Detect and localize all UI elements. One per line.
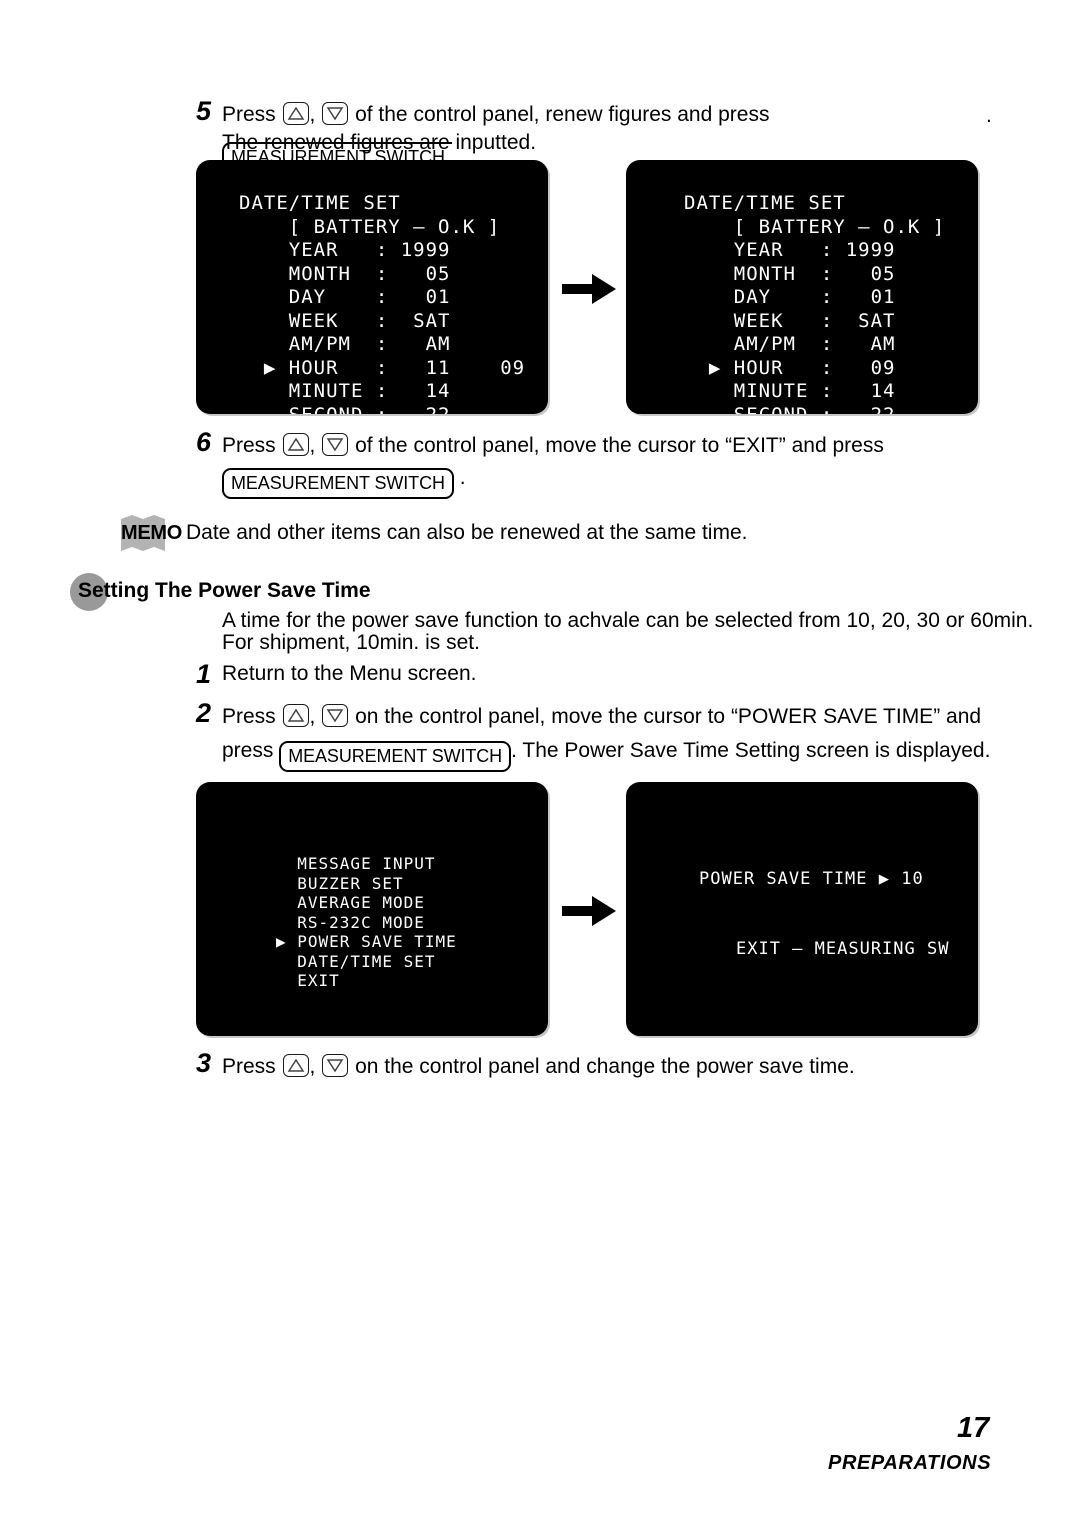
ps3-text-b: on the control panel and change the powe… (355, 1055, 855, 1078)
step-ps-3: 3 Press , on the control panel and chang… (196, 1048, 996, 1085)
triangle-down-key-icon[interactable] (322, 1054, 349, 1077)
footer-section-label: PREPARATIONS (828, 1452, 992, 1474)
ps2-text-d: . The Power Save Time Setting screen is … (511, 739, 991, 762)
step-ps-1: 1 Return to the Menu screen. (196, 659, 896, 689)
lcd-text-line2: EXIT — MEASURING SW (736, 939, 950, 959)
step-text: Press , of the control panel, move the c… (222, 427, 884, 464)
step-ps-2-line2: press MEASUREMENT SWITCH. The Power Save… (222, 735, 990, 772)
step6-text-b: of the control panel, move the cursor to… (355, 434, 884, 457)
triangle-down-key-icon[interactable] (322, 433, 349, 456)
step5-line2: The renewed figures are inputted. (222, 131, 537, 154)
step5-trailing-period: . (986, 104, 992, 127)
triangle-up-key-icon[interactable] (282, 704, 309, 727)
section-heading: Setting The Power Save Time (78, 579, 371, 602)
lcd-screen-power-save: POWER SAVE TIME ▶ 10 EXIT — MEASURING SW (626, 782, 978, 1036)
memo-label: MEMO (121, 522, 183, 544)
comma-1: , (309, 103, 316, 126)
page-number: 17 (957, 1412, 990, 1444)
comma-2: , (309, 434, 316, 457)
ps2-text-a: Press (222, 705, 276, 728)
right-arrow-icon (562, 272, 618, 311)
step6-text-a: Press (222, 434, 276, 457)
lcd-screen-datetime-after: DATE/TIME SET [ BATTERY — O.K ] YEAR : 1… (626, 160, 978, 414)
step-text: Return to the Menu screen. (222, 662, 477, 685)
lcd-text: DATE/TIME SET [ BATTERY — O.K ] YEAR : 1… (239, 192, 526, 414)
lcd-text-line1: POWER SAVE TIME ▶ 10 (699, 869, 924, 889)
lcd-screen-datetime-before: DATE/TIME SET [ BATTERY — O.K ] YEAR : 1… (196, 160, 548, 414)
step-number: 6 (196, 427, 212, 457)
step6-line2: MEASUREMENT SWITCH . (222, 462, 466, 499)
step-6: 6 Press , of the control panel, move the… (196, 427, 996, 464)
step-number: 2 (196, 698, 212, 728)
memo-text: Date and other items can also be renewed… (186, 521, 748, 544)
measurement-switch-button[interactable]: MEASUREMENT SWITCH (222, 468, 454, 499)
lcd-screen-menu: MESSAGE INPUT BUZZER SET AVERAGE MODE RS… (196, 782, 548, 1036)
comma-3: , (309, 705, 316, 728)
right-arrow-icon (562, 894, 618, 933)
ps3-text-a: Press (222, 1055, 276, 1078)
triangle-down-key-icon[interactable] (322, 102, 349, 125)
comma-4: , (309, 1055, 316, 1078)
lcd-text: DATE/TIME SET [ BATTERY — O.K ] YEAR : 1… (684, 192, 946, 414)
triangle-up-key-icon[interactable] (282, 433, 309, 456)
step-text: Press , on the control panel and change … (222, 1048, 855, 1085)
triangle-down-key-icon[interactable] (322, 704, 349, 727)
memo-note: MEMO Date and other items can also be re… (118, 513, 918, 553)
step-text: Press , on the control panel, move the c… (222, 698, 981, 735)
step-number: 1 (196, 659, 212, 689)
lcd-text: MESSAGE INPUT BUZZER SET AVERAGE MODE RS… (276, 854, 457, 990)
memo-book-icon: MEMO (118, 513, 182, 553)
step-ps-2: 2 Press , on the control panel, move the… (196, 698, 1026, 735)
ps2-text-b: on the control panel, move the cursor to… (355, 705, 982, 728)
step6-trailing-period: . (459, 466, 466, 489)
step-number: 3 (196, 1048, 212, 1078)
triangle-up-key-icon[interactable] (282, 1054, 309, 1077)
step-number: 5 (196, 96, 212, 126)
step5-text-a: Press (222, 103, 276, 126)
triangle-up-key-icon[interactable] (282, 102, 309, 125)
ps2-text-c: press (222, 739, 274, 762)
measurement-switch-button[interactable]: MEASUREMENT SWITCH (279, 741, 512, 772)
step5-text-b: of the control panel, renew figures and … (355, 103, 770, 126)
section-paragraph-line2: For shipment, 10min. is set. (222, 631, 480, 654)
